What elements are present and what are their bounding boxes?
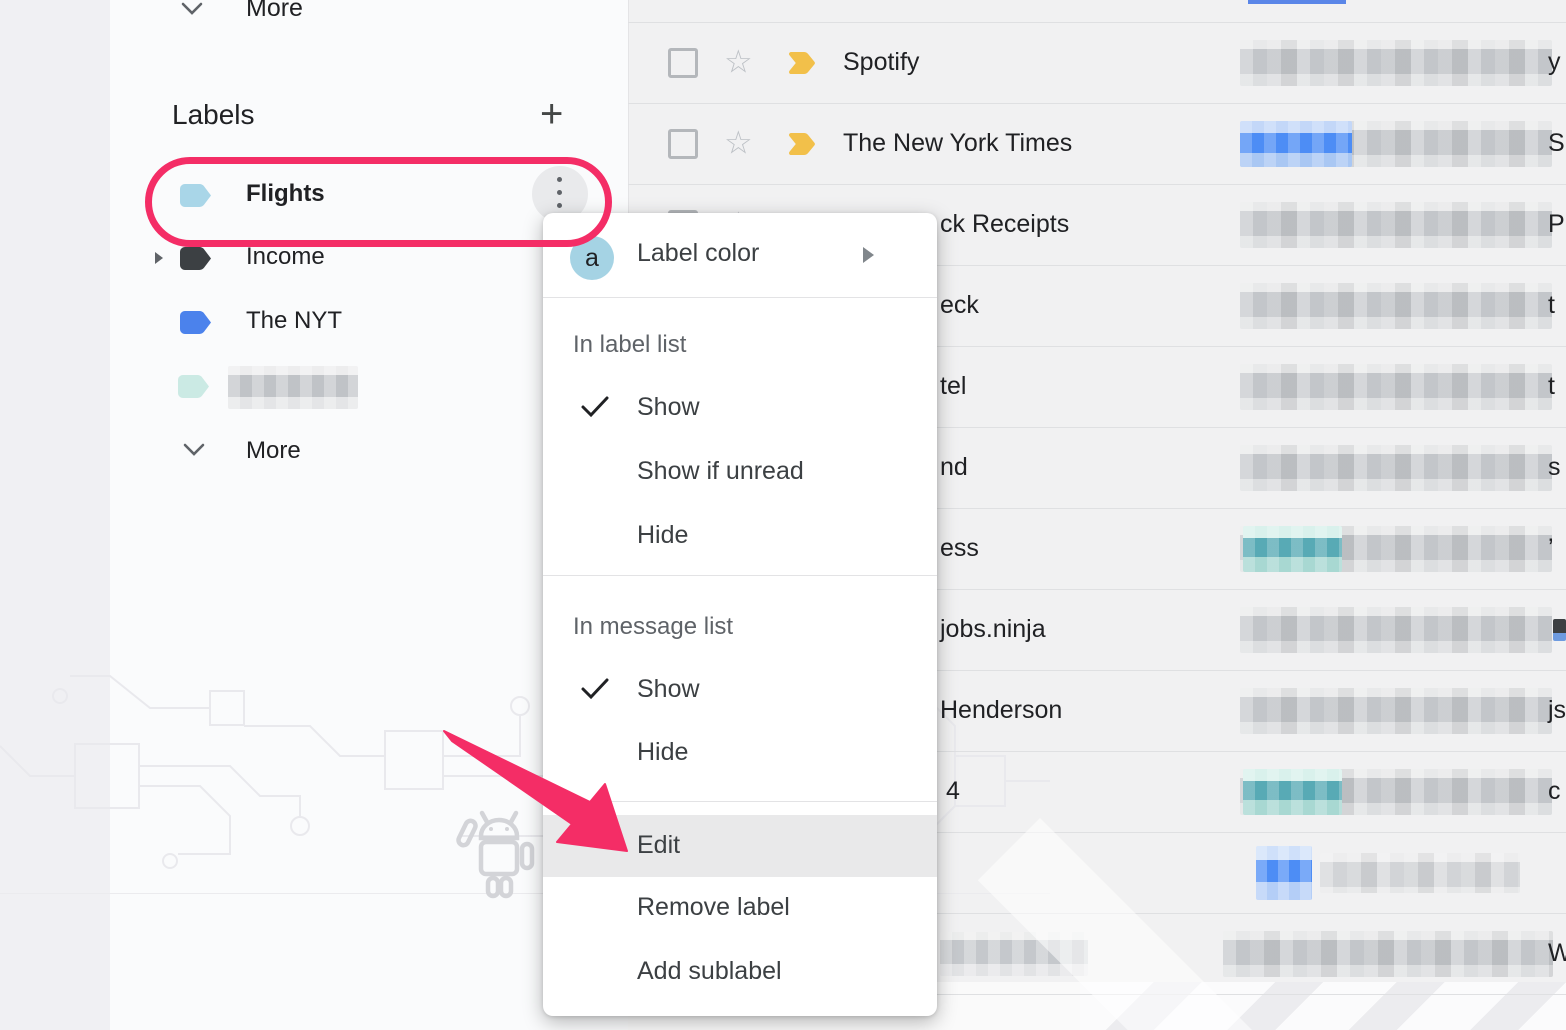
redacted-highlight-block xyxy=(1243,769,1342,815)
gmail-window: ☆ Spotify y ☆ The New York Times S ☆ xyxy=(0,0,1566,1030)
menu-divider xyxy=(543,575,937,576)
snippet-overflow-text: t xyxy=(1548,291,1555,320)
redacted-image-block xyxy=(1256,846,1312,900)
snippet-overflow-text: c xyxy=(1548,777,1561,806)
importance-marker-icon[interactable] xyxy=(788,52,818,74)
redacted-snippet xyxy=(1240,202,1552,248)
redacted-snippet xyxy=(1240,40,1552,86)
show-if-unread-label[interactable]: Show if unread xyxy=(637,457,804,486)
sender-name[interactable]: 4 xyxy=(946,777,960,806)
chevron-down-icon xyxy=(182,443,206,457)
snippet-overflow-text: P xyxy=(1548,210,1565,239)
in-message-list-header: In message list xyxy=(573,613,733,641)
star-icon[interactable]: ☆ xyxy=(724,127,753,159)
importance-marker-icon[interactable] xyxy=(788,133,818,155)
select-checkbox[interactable] xyxy=(668,129,698,159)
add-sublabel-label[interactable]: Add sublabel xyxy=(637,957,782,986)
email-row-spotify[interactable]: ☆ Spotify y xyxy=(628,22,1566,103)
snippet-overflow-text: W xyxy=(1548,939,1566,968)
hide-option-label[interactable]: Hide xyxy=(637,521,688,550)
remove-label-label[interactable]: Remove label xyxy=(637,893,790,922)
redacted-snippet xyxy=(1240,283,1552,329)
sender-name[interactable]: nd xyxy=(940,453,968,482)
label-color-label[interactable]: Label color xyxy=(637,239,759,268)
label-tag-icon xyxy=(180,311,211,334)
redacted-snippet xyxy=(1240,688,1552,734)
snippet-overflow-text: y xyxy=(1548,48,1561,77)
sender-name[interactable]: eck xyxy=(940,291,979,320)
sender-name[interactable]: jobs.ninja xyxy=(940,615,1046,644)
star-icon[interactable]: ☆ xyxy=(724,46,753,78)
snippet-overflow-text: js xyxy=(1548,696,1566,725)
sender-name[interactable]: ck Receipts xyxy=(940,210,1069,239)
snippet-overflow-text: s xyxy=(1548,453,1561,482)
expand-arrow-icon[interactable] xyxy=(154,251,164,265)
create-label-plus-icon[interactable]: + xyxy=(540,94,563,134)
redacted-snippet xyxy=(1240,607,1552,653)
sender-name[interactable]: tel xyxy=(940,372,966,401)
redacted-blue-fragment xyxy=(1248,0,1346,4)
checkmark-icon xyxy=(580,677,610,701)
annotation-arrow xyxy=(420,700,650,870)
snippet-overflow-text: ’ xyxy=(1548,534,1554,563)
redacted-snippet xyxy=(1223,931,1553,977)
label-context-menu: a Label color In label list Show Show if… xyxy=(543,213,937,1016)
label-name[interactable]: The NYT xyxy=(246,307,342,335)
snippet-overflow-text: S xyxy=(1548,129,1565,158)
label-tag-icon xyxy=(180,247,211,270)
sender-name[interactable]: Spotify xyxy=(843,48,919,77)
menu-divider xyxy=(543,297,937,298)
redacted-snippet xyxy=(1240,445,1552,491)
email-row-nyt[interactable]: ☆ The New York Times S xyxy=(628,103,1566,184)
redacted-link-block xyxy=(1240,121,1352,167)
sidebar-more-label[interactable]: More xyxy=(246,437,301,465)
tiny-attachment-icon xyxy=(1553,619,1566,641)
snippet-overflow-text: t xyxy=(1548,372,1555,401)
submenu-arrow-icon xyxy=(863,247,874,263)
redacted-snippet xyxy=(1240,364,1552,410)
redacted-snippet xyxy=(1320,853,1520,893)
redacted-highlight-block xyxy=(1243,526,1342,572)
show-option-label[interactable]: Show xyxy=(637,393,700,422)
sidebar-more-label[interactable]: More xyxy=(246,0,303,23)
sender-name[interactable]: ess xyxy=(940,534,979,563)
chevron-down-icon xyxy=(180,2,204,16)
select-checkbox[interactable] xyxy=(668,48,698,78)
in-label-list-header: In label list xyxy=(573,331,686,359)
redacted-label-name xyxy=(228,366,358,409)
sender-name[interactable]: Henderson xyxy=(940,696,1062,725)
labels-section-header: Labels xyxy=(172,99,255,131)
label-tag-icon xyxy=(178,375,209,398)
checkmark-icon xyxy=(580,395,610,419)
annotation-oval-highlight xyxy=(145,157,612,247)
label-name[interactable]: Income xyxy=(246,243,325,271)
sender-name[interactable]: The New York Times xyxy=(843,129,1072,158)
